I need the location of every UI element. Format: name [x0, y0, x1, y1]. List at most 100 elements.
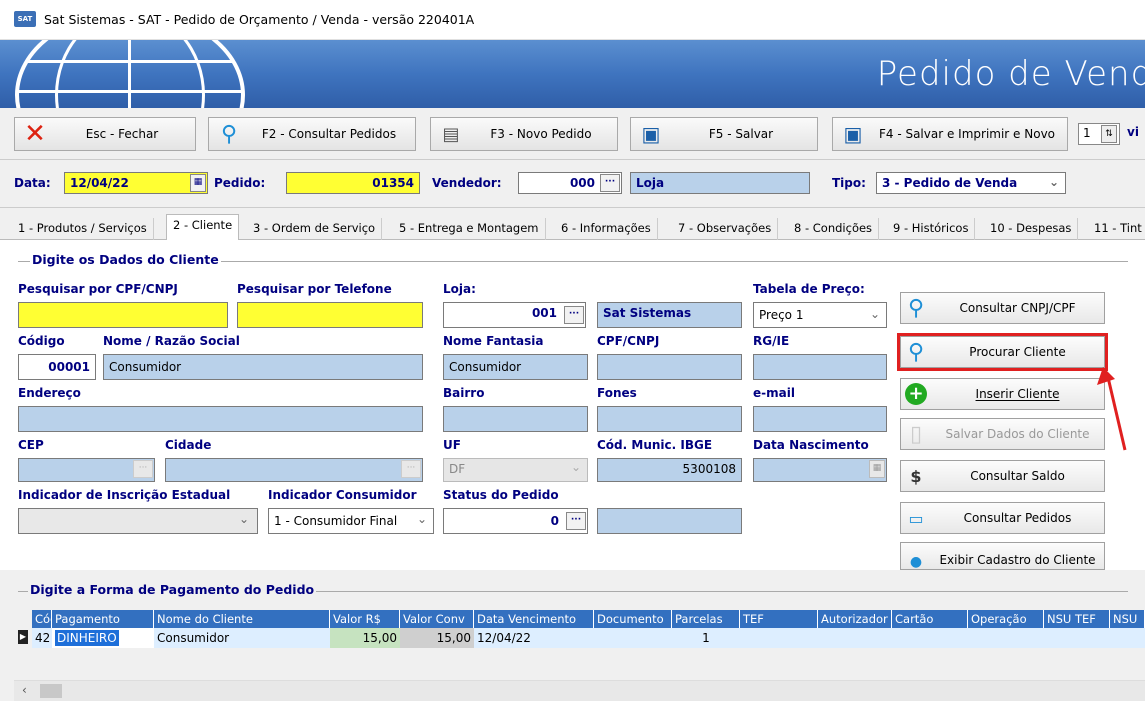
tab-condicoes[interactable]: 8 - Condições	[788, 218, 880, 240]
consult-orders-client-button[interactable]: ▭ Consultar Pedidos	[900, 502, 1105, 534]
district-field[interactable]	[443, 406, 588, 432]
grid-header[interactable]: Documento	[594, 610, 672, 628]
save-print-new-button[interactable]: ▣ F4 - Salvar e Imprimir e Novo	[832, 117, 1068, 151]
client-name-field[interactable]: Consumidor	[103, 354, 423, 380]
horizontal-scrollbar[interactable]: ‹	[14, 680, 1145, 701]
grid-cell[interactable]: 15,00	[400, 628, 474, 648]
app-icon: SAT	[14, 11, 36, 27]
lookup-button[interactable]: ···	[564, 306, 584, 324]
price-table-label: Tabela de Preço:	[753, 282, 865, 296]
add-icon: +	[901, 379, 931, 409]
grid-header[interactable]: Parcelas	[672, 610, 740, 628]
grid-header[interactable]: Data Vencimento	[474, 610, 594, 628]
tab-historicos[interactable]: 9 - Históricos	[887, 218, 976, 240]
cpf-search-label: Pesquisar por CPF/CNPJ	[18, 282, 178, 296]
order-number-field[interactable]: 01354	[286, 172, 420, 194]
grid-cell[interactable]: 42	[32, 628, 52, 648]
chevron-down-icon: ⌄	[1048, 175, 1059, 189]
grid-header[interactable]: Autorizador	[818, 610, 892, 628]
seller-code-field[interactable]: 000 ···	[518, 172, 622, 194]
calendar-icon[interactable]: ▦	[869, 460, 885, 478]
ie-indicator-select[interactable]: ⌄	[18, 508, 258, 534]
date-label: Data:	[14, 176, 51, 190]
grid-header[interactable]: Nome do Cliente	[154, 610, 330, 628]
store-code-field[interactable]: 001 ···	[443, 302, 586, 328]
tab-entrega[interactable]: 5 - Entrega e Montagem	[393, 218, 546, 240]
cpf-search-input[interactable]	[18, 302, 228, 328]
client-panel: Digite os Dados do Cliente Pesquisar por…	[0, 240, 1145, 570]
rg-field[interactable]	[753, 354, 887, 380]
price-table-select[interactable]: Preço 1 ⌄	[753, 302, 887, 328]
consult-balance-button[interactable]: $ Consultar Saldo	[900, 460, 1105, 492]
fantasy-name-field[interactable]: Consumidor	[443, 354, 588, 380]
birth-date-field[interactable]: ▦	[753, 458, 887, 482]
phone-search-input[interactable]	[237, 302, 423, 328]
phones-field[interactable]	[597, 406, 742, 432]
grid-header[interactable]: Valor Conv	[400, 610, 474, 628]
tab-cliente[interactable]: 2 - Cliente	[166, 214, 240, 241]
copies-spinner[interactable]: 1 ⇅	[1078, 123, 1120, 145]
rg-label: RG/IE	[753, 334, 790, 348]
lookup-button[interactable]: ···	[566, 512, 586, 530]
tab-tintas[interactable]: 11 - Tint	[1088, 218, 1145, 240]
grid-header[interactable]: Pagamento	[52, 610, 154, 628]
save-client-button[interactable]: ▯ Salvar Dados do Cliente	[900, 418, 1105, 450]
scroll-left-icon[interactable]: ‹	[22, 683, 27, 697]
cpf-label: CPF/CNPJ	[597, 334, 660, 348]
show-client-record-button[interactable]: ● Exibir Cadastro do Cliente	[900, 542, 1105, 570]
tab-despesas[interactable]: 10 - Despesas	[984, 218, 1079, 240]
scroll-thumb[interactable]	[40, 684, 62, 698]
store-label: Loja:	[443, 282, 476, 296]
find-client-button[interactable]: ⚲ Procurar Cliente	[897, 333, 1108, 371]
tab-observacoes[interactable]: 7 - Observações	[672, 218, 779, 240]
order-header: Data: 12/04/22 ▦ Pedido: 01354 Vendedor:…	[0, 162, 1145, 208]
cpf-field[interactable]	[597, 354, 742, 380]
tab-produtos[interactable]: 1 - Produtos / Serviços	[12, 218, 154, 240]
calendar-icon[interactable]: ▦	[190, 174, 206, 192]
consult-cnpj-button[interactable]: ⚲ Consultar CNPJ/CPF	[900, 292, 1105, 324]
order-status-field[interactable]: 0 ···	[443, 508, 588, 534]
grid-cell[interactable]	[740, 628, 1145, 648]
cep-field[interactable]: ···	[18, 458, 155, 482]
uf-select[interactable]: DF ⌄	[443, 458, 588, 482]
grid-cell[interactable]: 1	[672, 628, 740, 648]
grid-header[interactable]: NSU	[1110, 610, 1145, 628]
city-field[interactable]: ···	[165, 458, 423, 482]
row-indicator[interactable]: ▶	[14, 628, 32, 648]
grid-header[interactable]: TEF	[740, 610, 818, 628]
spinner-arrows-icon[interactable]: ⇅	[1101, 125, 1117, 143]
address-field[interactable]	[18, 406, 423, 432]
lookup-button[interactable]: ···	[401, 460, 421, 478]
order-type-select[interactable]: 3 - Pedido de Venda ⌄	[876, 172, 1066, 194]
grid-cell[interactable]: Consumidor	[154, 628, 330, 648]
grid-header[interactable]: Cartão	[892, 610, 968, 628]
payment-grid: Cód Pagamento Nome do Cliente Valor R$ V…	[14, 610, 1145, 680]
consumer-indicator-select[interactable]: 1 - Consumidor Final ⌄	[268, 508, 434, 534]
grid-cell[interactable]: DINHEIRO	[52, 628, 154, 648]
via-label: vi	[1127, 125, 1139, 139]
new-order-button[interactable]: ▤ F3 - Novo Pedido	[430, 117, 618, 151]
grid-cell[interactable]: 15,00	[330, 628, 400, 648]
date-field[interactable]: 12/04/22 ▦	[64, 172, 208, 194]
client-code-field[interactable]: 00001	[18, 354, 96, 380]
grid-header[interactable]: NSU TEF	[1044, 610, 1110, 628]
tab-ordem-servico[interactable]: 3 - Ordem de Serviço	[247, 218, 383, 240]
grid-header[interactable]: Operação	[968, 610, 1044, 628]
lookup-button[interactable]: ···	[600, 174, 620, 192]
money-icon: $	[910, 466, 922, 486]
tab-informacoes[interactable]: 6 - Informações	[555, 218, 658, 240]
grid-cell[interactable]: 12/04/22	[474, 628, 594, 648]
name-label: Nome / Razão Social	[103, 334, 240, 348]
save-button[interactable]: ▣ F5 - Salvar	[630, 117, 818, 151]
cep-label: CEP	[18, 438, 44, 452]
grid-header[interactable]: Cód	[32, 610, 52, 628]
grid-header[interactable]: Valor R$	[330, 610, 400, 628]
insert-client-button[interactable]: + Inserir Cliente	[900, 378, 1105, 410]
chevron-down-icon: ⌄	[238, 512, 249, 526]
lookup-button[interactable]: ···	[133, 460, 153, 478]
email-field[interactable]	[753, 406, 887, 432]
seller-label: Vendedor:	[432, 176, 502, 190]
grid-cell[interactable]	[594, 628, 672, 648]
close-button[interactable]: ✕ Esc - Fechar	[14, 117, 196, 151]
consult-orders-button[interactable]: ⚲ F2 - Consultar Pedidos	[208, 117, 416, 151]
